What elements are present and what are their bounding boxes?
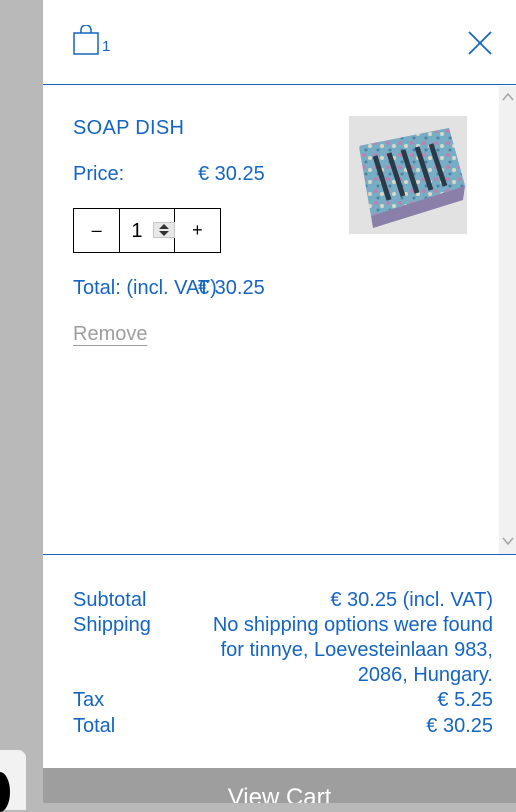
quantity-stepper: – 1 + [73,208,221,253]
price-label: Price: [73,163,125,185]
subtotal-label: Subtotal [73,589,147,611]
quantity-input[interactable]: 1 [119,209,176,252]
subtotal-row: Subtotal € 30.25 (incl. VAT) [73,588,493,613]
shopping-bag-icon[interactable] [73,25,99,55]
shipping-message-line-3: 2086, Hungary. [357,664,493,686]
shipping-message-line-2: for tinnye, Loevesteinlaan 983, [220,639,493,661]
remove-item-link[interactable]: Remove [73,323,147,346]
scrollbar[interactable] [499,86,516,554]
spinner-down-icon[interactable] [159,231,170,236]
spinner-up-icon[interactable] [159,224,170,229]
cart-summary: Subtotal € 30.25 (incl. VAT) Shipping No… [43,556,516,768]
shipping-message-line-1: No shipping options were found [212,614,493,636]
tax-label: Tax [73,689,105,711]
soap-dish-image [349,116,467,234]
close-icon[interactable] [467,30,493,56]
backdrop-widget-icon [0,772,10,812]
shipping-row: Shipping No shipping options were found … [73,613,493,688]
product-name[interactable]: SOAP DISH [73,117,184,140]
page-backdrop [0,0,43,803]
cart-header: 1 [43,0,516,85]
shipping-label: Shipping [73,614,151,636]
subtotal-value: € 30.25 (incl. VAT) [330,589,493,611]
increase-quantity-button[interactable]: + [175,209,220,252]
total-row: Total € 30.25 [73,714,493,739]
quantity-value: 1 [131,220,143,242]
item-total-value: € 30.25 [198,277,265,299]
total-label: Total [73,715,116,737]
cart-item-count: 1 [102,38,111,55]
tax-value: € 5.25 [437,689,493,711]
total-value: € 30.25 [426,715,493,737]
quantity-spinner[interactable] [153,222,176,238]
backdrop-widget[interactable] [0,750,26,812]
view-cart-button[interactable]: View Cart [43,768,516,803]
decrease-quantity-button[interactable]: – [74,209,119,252]
tax-row: Tax € 5.25 [73,688,493,713]
cart-panel: 1 SOAP DISH Price: € 30.25 – 1 + Total: … [43,0,516,803]
product-image[interactable] [349,116,467,234]
cart-items-list: SOAP DISH Price: € 30.25 – 1 + Total: (i… [43,86,516,555]
chevron-up-icon[interactable] [499,90,516,107]
item-total-label: Total: (incl. VAT) [73,277,217,299]
price-value: € 30.25 [198,163,265,185]
chevron-down-icon[interactable] [499,534,516,551]
